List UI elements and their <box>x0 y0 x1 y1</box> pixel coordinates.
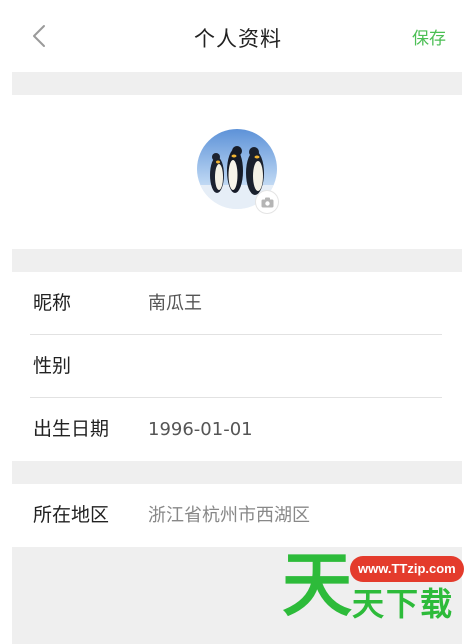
save-button[interactable]: 保存 <box>412 0 446 72</box>
page-title: 个人资料 <box>194 27 282 51</box>
birthday-value: 1996-01-01 <box>148 419 253 440</box>
gender-row[interactable]: 性别 <box>12 335 462 398</box>
birthday-row[interactable]: 出生日期 1996-01-01 <box>12 398 462 461</box>
section-divider <box>12 249 462 272</box>
watermark-logo: 天 www.TTzip.com 天下载 <box>282 544 464 628</box>
gender-label: 性别 <box>33 355 72 377</box>
region-row[interactable]: 所在地区 浙江省杭州市西湖区 <box>12 484 462 547</box>
birthday-label: 出生日期 <box>33 418 110 440</box>
region-value: 浙江省杭州市西湖区 <box>148 505 310 526</box>
section-divider <box>12 72 462 95</box>
nickname-label: 昵称 <box>33 292 72 314</box>
nickname-row[interactable]: 昵称 南瓜王 <box>12 272 462 335</box>
watermark-text: 天下载 <box>352 585 455 623</box>
camera-icon <box>261 197 273 207</box>
watermark-big-char: 天 <box>282 544 352 626</box>
avatar-section <box>12 95 462 249</box>
section-divider <box>12 461 462 484</box>
app-header: 个人资料 保存 <box>0 0 476 72</box>
change-avatar-button[interactable] <box>256 191 278 213</box>
region-label: 所在地区 <box>33 504 110 526</box>
nickname-value: 南瓜王 <box>148 293 202 314</box>
watermark-url: www.TTzip.com <box>350 556 464 582</box>
